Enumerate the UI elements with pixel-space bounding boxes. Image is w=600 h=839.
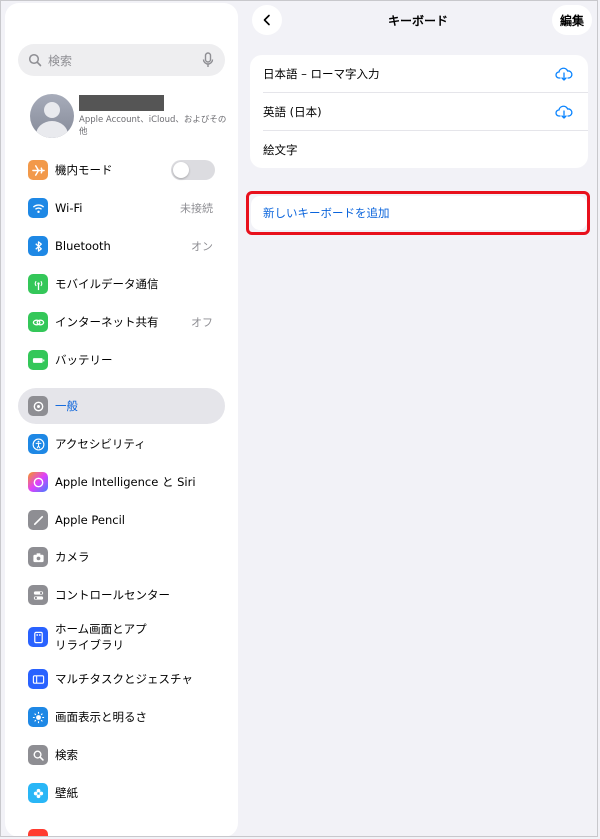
search-placeholder: 検索 [48,53,73,68]
sidebar-item-label: 機内モード [55,163,113,177]
sidebar-item-label: カメラ [55,550,90,564]
hotspot-status: オフ [191,316,213,329]
battery-icon [28,350,48,370]
cloud-download-icon [555,105,573,119]
sidebar-item-label: インターネット共有 [55,315,159,329]
microphone-icon[interactable] [201,52,215,68]
airplane-mode-toggle[interactable] [171,160,215,180]
keyboard-row-english-japan[interactable]: 英語 (日本) [250,93,588,131]
sun-icon [28,707,48,727]
keyboard-label: 英語 (日本) [263,105,322,119]
search-field[interactable]: 検索 [18,44,225,76]
sidebar-item-label: 検索 [55,748,78,762]
wifi-icon [28,198,48,218]
bluetooth-status: オン [191,240,213,253]
sidebar-item-wallpaper[interactable]: 壁紙 [18,775,225,811]
sidebar-item-camera[interactable]: カメラ [18,539,225,575]
link-icon [28,312,48,332]
flower-icon [28,783,48,803]
sidebar-item-label: コントロールセンター [55,588,170,602]
next-item-icon-peek [28,829,48,837]
antenna-icon [28,274,48,294]
keyboards-list: 日本語 – ローマ字入力 英語 (日本) 絵文字 [250,55,588,168]
sidebar-item-label: アクセシビリティ [55,437,146,451]
wifi-status: 未接続 [180,202,213,215]
sidebar-item-home-screen[interactable]: ホーム画面とアプリライブラリ [18,615,218,659]
back-button[interactable] [252,5,282,35]
sidebar-item-label: Bluetooth [55,239,111,253]
airplane-icon [28,160,48,180]
sidebar-item-label: ホーム画面とアプリライブラリ [55,622,147,652]
sidebar-item-label: 壁紙 [55,786,78,800]
pencil-icon [28,510,48,530]
sidebar-item-label: バッテリー [55,353,113,367]
sidebar-item-apple-intelligence-siri[interactable]: Apple Intelligence と Siri [18,464,225,500]
keyboard-label: 日本語 – ローマ字入力 [263,67,380,81]
chevron-left-icon [263,14,270,26]
cloud-download-icon [555,67,573,81]
apple-account-profile[interactable]: Apple Account、iCloud、およびその他 [30,94,230,144]
sidebar-item-wifi[interactable]: Wi-Fi 未接続 [18,190,225,226]
highlight-box [246,191,590,235]
keyboard-row-emoji[interactable]: 絵文字 [250,131,588,169]
sidebar-item-bluetooth[interactable]: Bluetooth オン [18,228,225,264]
keyboard-label: 絵文字 [263,143,298,157]
sidebar-item-label: モバイルデータ通信 [55,277,159,291]
switches-icon [28,585,48,605]
sidebar-item-label: Apple Pencil [55,513,125,527]
page-title: キーボード [387,14,448,28]
sidebar-item-mobile-data[interactable]: モバイルデータ通信 [18,266,225,302]
sidebar-item-label: 一般 [55,399,78,413]
sidebar: 検索 Apple Account、iCloud、およびその他 機内モード Wi-… [5,3,238,837]
sidebar-item-apple-pencil[interactable]: Apple Pencil [18,502,225,538]
accessibility-icon [28,434,48,454]
home-screen-icon [28,627,48,647]
search-icon [28,53,42,67]
sidebar-item-battery[interactable]: バッテリー [18,342,225,378]
sidebar-item-label: Apple Intelligence と Siri [55,475,196,489]
multitask-icon [28,669,48,689]
sidebar-item-personal-hotspot[interactable]: インターネット共有 オフ [18,304,225,340]
siri-icon [28,472,48,492]
keyboard-row-japanese-romaji[interactable]: 日本語 – ローマ字入力 [250,55,588,93]
sidebar-item-label: マルチタスクとジェスチャ [55,672,193,686]
camera-icon [28,547,48,567]
sidebar-item-label: 画面表示と明るさ [55,710,147,724]
sidebar-item-control-center[interactable]: コントロールセンター [18,577,225,613]
avatar [30,94,74,138]
edit-button[interactable]: 編集 [552,5,592,35]
redacted-account-name [79,95,164,111]
sidebar-item-search[interactable]: 検索 [18,737,225,773]
sidebar-item-multitasking[interactable]: マルチタスクとジェスチャ [18,661,225,697]
sidebar-item-display-brightness[interactable]: 画面表示と明るさ [18,699,225,735]
sidebar-item-label: Wi-Fi [55,201,83,215]
gear-icon [28,396,48,416]
profile-subtitle: Apple Account、iCloud、およびその他 [79,115,227,137]
bluetooth-icon [28,236,48,256]
sidebar-item-general[interactable]: 一般 [18,388,225,424]
sidebar-item-airplane-mode[interactable]: 機内モード [18,152,225,188]
sidebar-item-accessibility[interactable]: アクセシビリティ [18,426,225,462]
search-icon [28,745,48,765]
